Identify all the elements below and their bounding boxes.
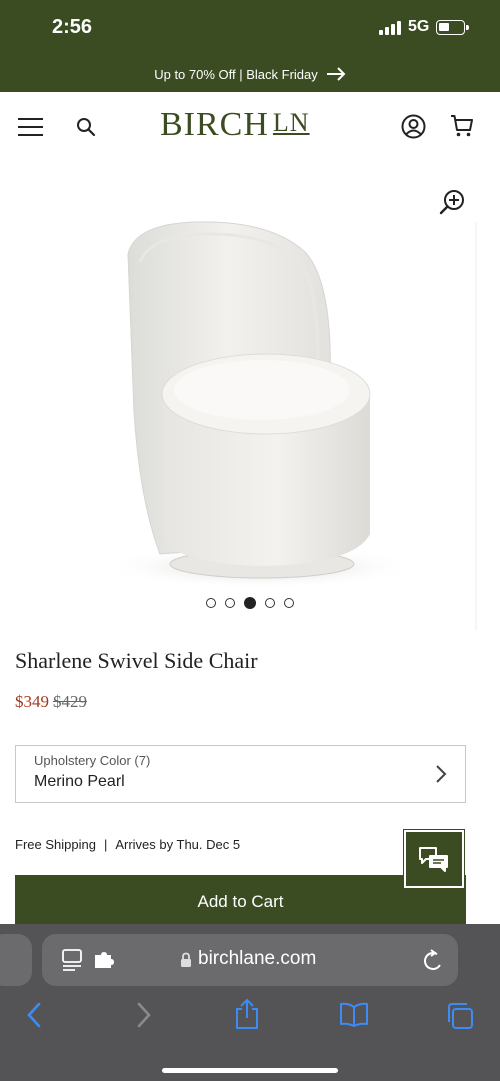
image-carousel-dots xyxy=(0,597,500,609)
add-to-cart-button[interactable]: Add to Cart xyxy=(15,875,466,931)
carousel-dot[interactable] xyxy=(265,598,275,608)
price-block: $349 $429 xyxy=(15,692,87,712)
site-logo[interactable]: BIRCH LN xyxy=(160,106,310,144)
upholstery-color-selector[interactable]: Upholstery Color (7) Merino Pearl xyxy=(15,745,466,803)
arrival-text: Arrives by Thu. Dec 5 xyxy=(115,837,241,852)
logo-main: BIRCH xyxy=(160,106,269,143)
add-to-cart-label: Add to Cart xyxy=(197,891,284,911)
network-label: 5G xyxy=(408,18,430,35)
chat-icon xyxy=(419,847,448,872)
chat-button[interactable] xyxy=(403,829,465,889)
address-bar[interactable]: birchlane.com xyxy=(42,934,458,986)
arrow-right-icon xyxy=(326,67,346,81)
home-indicator xyxy=(162,1068,338,1073)
menu-icon[interactable] xyxy=(18,118,43,136)
search-icon[interactable] xyxy=(76,117,96,137)
browser-toolbar: birchlane.com xyxy=(0,924,500,1081)
share-icon[interactable] xyxy=(234,998,260,1030)
carousel-dot[interactable] xyxy=(244,597,256,609)
back-icon[interactable] xyxy=(24,1002,44,1028)
carousel-dot[interactable] xyxy=(206,598,216,608)
site-header: BIRCH LN xyxy=(0,92,500,162)
shipping-info: Free Shipping | Arrives by Thu. Dec 5 xyxy=(15,837,240,852)
extension-icon[interactable] xyxy=(94,952,114,968)
chevron-right-icon xyxy=(436,765,447,783)
account-icon[interactable] xyxy=(401,114,426,139)
option-label: Upholstery Color (7) xyxy=(34,753,151,768)
forward-icon[interactable] xyxy=(134,1002,154,1028)
carousel-dot[interactable] xyxy=(225,598,235,608)
promo-text: Up to 70% Off | Black Friday xyxy=(154,66,318,82)
page-menu-icon[interactable] xyxy=(62,949,82,971)
zoom-in-icon[interactable] xyxy=(438,188,466,216)
status-bar: 2:56 5G xyxy=(0,0,500,56)
free-shipping-text: Free Shipping xyxy=(15,837,96,852)
bookmarks-icon[interactable] xyxy=(339,1002,369,1028)
url-text: birchlane.com xyxy=(198,948,317,969)
carousel-dot[interactable] xyxy=(284,598,294,608)
status-time: 2:56 xyxy=(52,16,93,38)
product-image[interactable] xyxy=(0,162,500,630)
option-value: Merino Pearl xyxy=(34,773,125,790)
tabs-icon[interactable] xyxy=(446,1002,474,1030)
logo-suffix: LN xyxy=(272,108,310,137)
battery-icon xyxy=(436,20,469,35)
signal-icon xyxy=(379,21,403,35)
original-price: $429 xyxy=(53,692,87,711)
lock-icon xyxy=(181,952,191,967)
previous-tab-preview[interactable] xyxy=(0,934,32,986)
sale-price: $349 xyxy=(15,692,49,711)
shipping-separator: | xyxy=(103,837,108,852)
cart-icon[interactable] xyxy=(450,114,474,138)
product-title: Sharlene Swivel Side Chair xyxy=(15,648,258,673)
promo-banner[interactable]: Up to 70% Off | Black Friday xyxy=(0,56,500,92)
reload-icon[interactable] xyxy=(423,949,443,971)
